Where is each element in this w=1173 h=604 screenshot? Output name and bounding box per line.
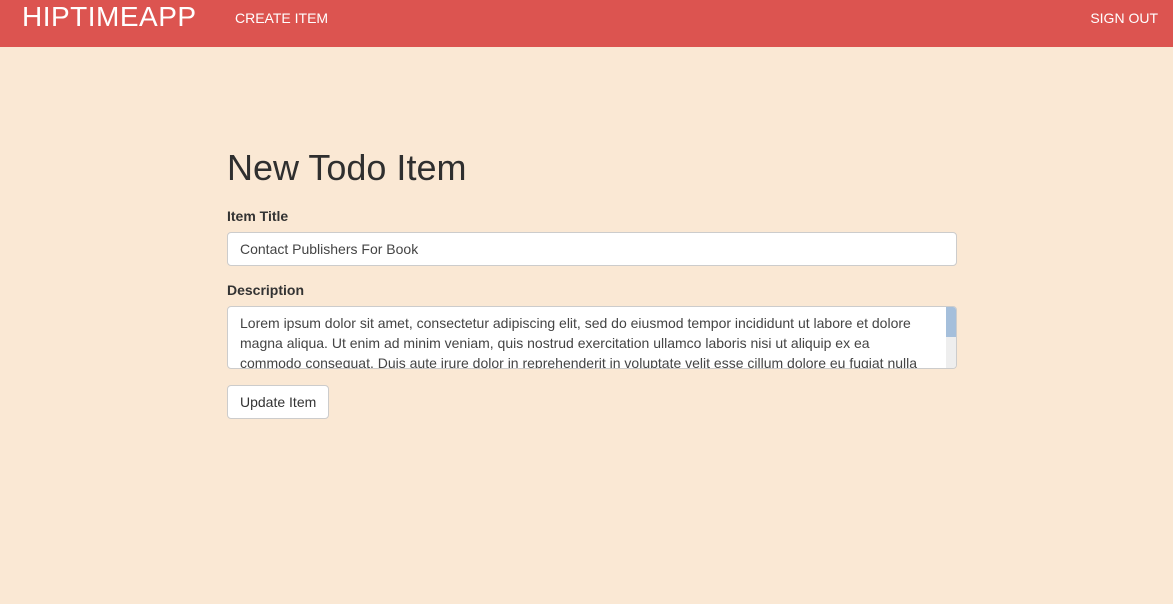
description-label: Description xyxy=(227,282,305,298)
description-scrollbar[interactable] xyxy=(946,307,956,368)
todo-form: New Todo Item Item Title Description Lor… xyxy=(227,145,957,419)
create-item-link[interactable]: CREATE ITEM xyxy=(235,10,328,26)
brand-link[interactable]: HIPTIMEAPP xyxy=(22,1,197,33)
sign-out-link[interactable]: SIGN OUT xyxy=(1090,10,1158,26)
description-textarea[interactable]: Lorem ipsum dolor sit amet, consectetur … xyxy=(227,306,957,369)
navbar: HIPTIMEAPP CREATE ITEM SIGN OUT xyxy=(0,0,1173,47)
item-title-input[interactable] xyxy=(227,232,957,266)
description-scroll-thumb[interactable] xyxy=(946,307,956,337)
item-title-label: Item Title xyxy=(227,208,289,224)
page-title: New Todo Item xyxy=(227,147,467,188)
update-item-button[interactable]: Update Item xyxy=(227,385,330,419)
description-field: Lorem ipsum dolor sit amet, consectetur … xyxy=(227,306,957,369)
